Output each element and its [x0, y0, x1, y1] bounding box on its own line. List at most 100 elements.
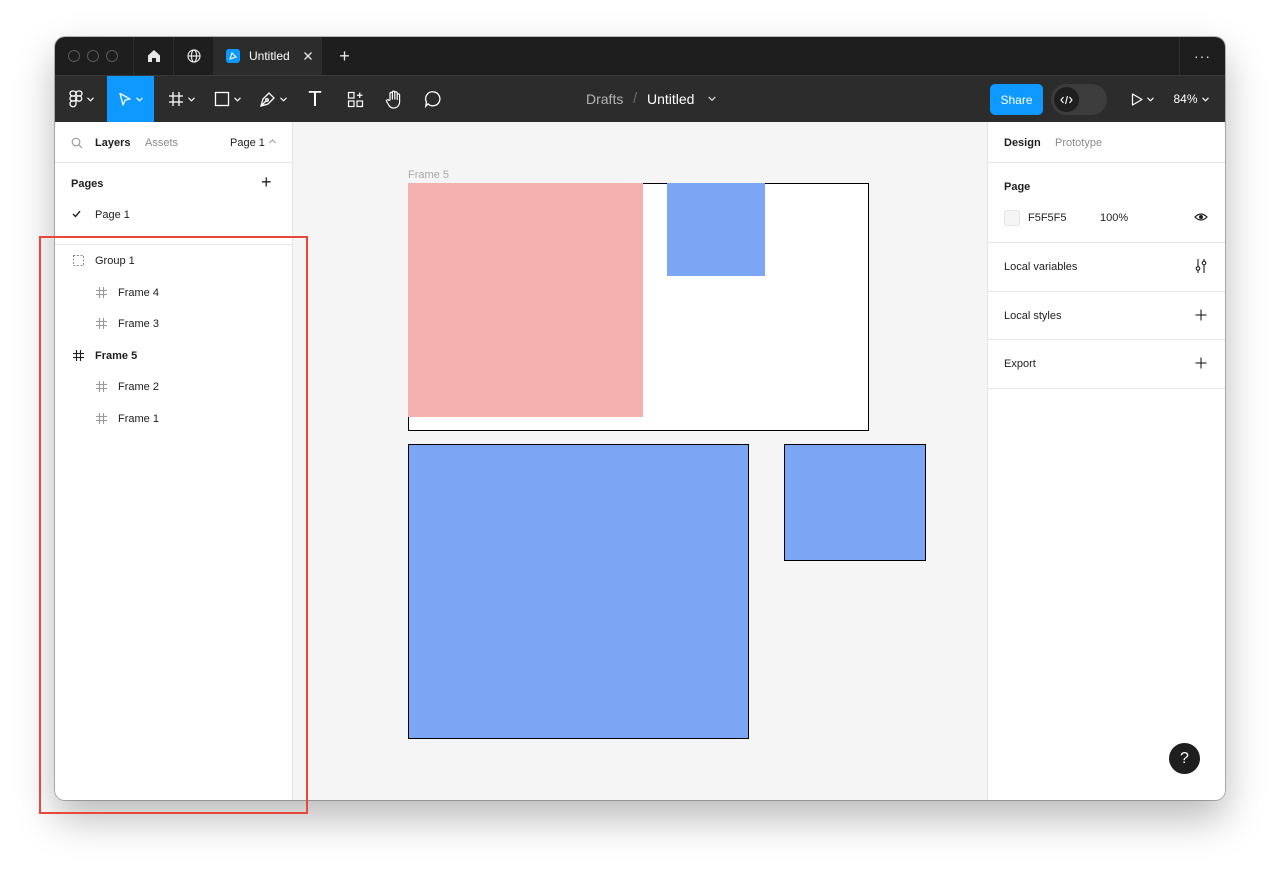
- present-button[interactable]: [1127, 76, 1157, 122]
- layer-label: Frame 4: [118, 286, 159, 299]
- group-icon: [73, 255, 84, 266]
- tab-untitled[interactable]: Untitled: [213, 37, 321, 75]
- share-button[interactable]: Share: [990, 84, 1043, 115]
- home-button[interactable]: [133, 37, 173, 75]
- export-label: Export: [1004, 358, 1036, 370]
- globe-icon: [186, 48, 202, 64]
- page-opacity-value[interactable]: 100%: [1100, 212, 1128, 224]
- sliders-icon[interactable]: [1194, 258, 1208, 274]
- canvas[interactable]: Frame 5: [293, 122, 987, 800]
- panel-divider: [55, 162, 293, 163]
- layer-item[interactable]: Frame 2: [55, 372, 293, 402]
- panel-divider: [988, 388, 1225, 389]
- zoom-menu[interactable]: 84%: [1167, 76, 1215, 122]
- tab-layers[interactable]: Layers: [95, 137, 130, 149]
- chevron-down-icon: [280, 96, 287, 102]
- chevron-up-icon[interactable]: [269, 139, 276, 144]
- breadcrumb-separator: /: [633, 90, 638, 107]
- main-menu-button[interactable]: [61, 76, 101, 122]
- title-bar: Untitled + ···: [55, 37, 1225, 75]
- chevron-down-icon: [233, 96, 241, 102]
- pen-icon: [259, 91, 276, 108]
- layer-item[interactable]: Frame 4: [55, 278, 293, 308]
- frame-1[interactable]: [408, 183, 643, 417]
- panel-divider: [988, 162, 1225, 163]
- local-styles-label: Local styles: [1004, 310, 1062, 322]
- layer-item[interactable]: Frame 3: [55, 309, 293, 339]
- shape-tool-button[interactable]: [207, 76, 247, 122]
- frame-2[interactable]: [667, 183, 765, 276]
- app-window: Untitled + ··· T Drafts / Untitled Share…: [55, 37, 1225, 800]
- frame-tool-button[interactable]: [161, 76, 201, 122]
- page-list-item[interactable]: Page 1: [55, 202, 293, 228]
- pages-heading: Pages: [71, 178, 104, 190]
- local-styles-section[interactable]: Local styles: [988, 292, 1225, 340]
- text-tool-button[interactable]: T: [299, 76, 331, 122]
- dev-mode-toggle[interactable]: [1051, 84, 1107, 115]
- new-tab-button[interactable]: +: [321, 37, 367, 75]
- layer-item[interactable]: Group 1: [55, 246, 293, 276]
- zoom-window-button[interactable]: [106, 50, 118, 62]
- tab-title: Untitled: [249, 49, 290, 63]
- frame-icon: [73, 349, 84, 361]
- figma-logo-icon: [68, 90, 83, 108]
- layer-label: Frame 2: [118, 381, 159, 393]
- layer-item[interactable]: Frame 1: [55, 404, 293, 434]
- comment-tool-button[interactable]: [417, 76, 449, 122]
- tab-design[interactable]: Design: [1004, 137, 1041, 149]
- chevron-down-icon: [86, 96, 94, 102]
- move-tool-button[interactable]: [107, 76, 154, 122]
- resources-button[interactable]: [339, 76, 371, 122]
- plus-icon[interactable]: [1195, 357, 1207, 369]
- chevron-down-icon: [136, 96, 143, 102]
- local-variables-section[interactable]: Local variables: [988, 243, 1225, 291]
- cursor-icon: [118, 92, 132, 107]
- layer-label: Frame 1: [118, 412, 159, 425]
- hand-tool-button[interactable]: [378, 76, 410, 122]
- community-button[interactable]: [173, 37, 213, 75]
- page-selector[interactable]: Page 1: [230, 137, 265, 149]
- tab-assets[interactable]: Assets: [145, 137, 178, 149]
- tab-prototype[interactable]: Prototype: [1055, 137, 1102, 149]
- comment-icon: [424, 90, 442, 108]
- checkmark-icon: [72, 210, 81, 218]
- rectangle-icon: [214, 91, 230, 107]
- export-section[interactable]: Export: [988, 340, 1225, 388]
- components-icon: [347, 91, 364, 108]
- page-color-swatch[interactable]: [1004, 210, 1020, 226]
- hand-icon: [385, 90, 403, 109]
- minimize-window-button[interactable]: [87, 50, 99, 62]
- eye-icon[interactable]: [1194, 212, 1208, 222]
- add-page-button[interactable]: +: [261, 172, 272, 193]
- layer-item[interactable]: Frame 5: [55, 341, 293, 371]
- plus-icon[interactable]: [1195, 309, 1207, 321]
- frame-icon: [96, 286, 107, 298]
- local-variables-label: Local variables: [1004, 261, 1078, 273]
- page-name: Page 1: [95, 209, 130, 221]
- frame-icon: [168, 91, 184, 107]
- file-menu-chevron-icon[interactable]: [708, 96, 716, 102]
- zoom-level: 84%: [1173, 92, 1198, 106]
- frame-3[interactable]: [408, 444, 749, 739]
- breadcrumb-drafts[interactable]: Drafts: [586, 91, 623, 107]
- help-button[interactable]: ?: [1169, 743, 1200, 774]
- more-options-button[interactable]: ···: [1179, 37, 1225, 75]
- layers-panel: Layers Assets Page 1 Pages + Page 1 Grou…: [55, 122, 293, 800]
- file-name[interactable]: Untitled: [647, 91, 694, 107]
- frame-4[interactable]: [784, 444, 926, 561]
- frame-icon: [96, 381, 107, 392]
- figma-file-icon: [226, 49, 240, 63]
- chevron-down-icon: [1146, 96, 1154, 102]
- search-icon[interactable]: [71, 137, 83, 149]
- close-window-button[interactable]: [68, 50, 80, 62]
- close-tab-icon[interactable]: [303, 51, 313, 61]
- pen-tool-button[interactable]: [253, 76, 293, 122]
- page-color-value[interactable]: F5F5F5: [1028, 212, 1067, 224]
- code-icon: [1054, 87, 1079, 112]
- play-icon: [1131, 92, 1143, 106]
- layer-label: Frame 3: [118, 318, 159, 330]
- chevron-down-icon: [1201, 96, 1209, 102]
- layer-label: Frame 5: [95, 349, 138, 362]
- chevron-down-icon: [187, 96, 195, 102]
- frame-5-label[interactable]: Frame 5: [408, 169, 449, 181]
